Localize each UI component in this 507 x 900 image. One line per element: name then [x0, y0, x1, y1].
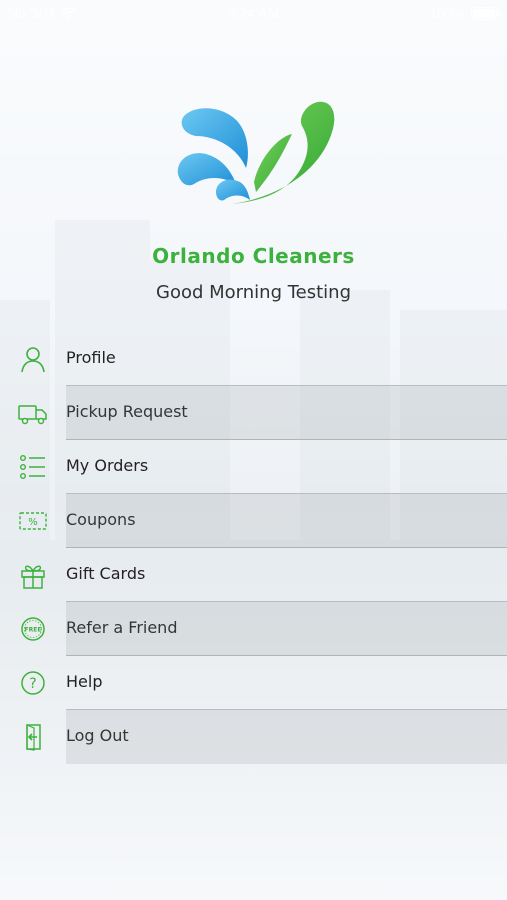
gift-icon	[21, 565, 45, 589]
battery-icon	[471, 6, 500, 20]
menu-label: Refer a Friend	[66, 618, 178, 637]
free-badge-icon: FREE	[21, 617, 45, 641]
menu-label: Gift Cards	[66, 564, 146, 583]
coupon-icon: %	[19, 512, 47, 530]
person-icon	[21, 347, 45, 373]
menu-label: Help	[66, 672, 103, 691]
status-bar: No SIM 9:24 AM 100%	[0, 0, 507, 28]
menu-label: Coupons	[66, 510, 136, 529]
svg-text:?: ?	[29, 676, 36, 692]
side-menu: Profile Pickup Request My Orders % Coupo…	[0, 332, 507, 764]
brand-name: Orlando Cleaners	[152, 244, 355, 268]
logo-icon	[177, 101, 335, 204]
menu-item-help[interactable]: ? Help	[0, 656, 507, 710]
menu-label: My Orders	[66, 456, 149, 475]
menu-label: Log Out	[66, 726, 129, 745]
menu-item-gift-cards[interactable]: Gift Cards	[0, 548, 507, 602]
greeting-text: Good Morning Testing	[156, 282, 351, 303]
list-icon	[20, 455, 45, 480]
svg-text:FREE: FREE	[25, 627, 42, 634]
menu-item-pickup-request[interactable]: Pickup Request	[0, 386, 507, 440]
help-icon: ?	[21, 671, 45, 695]
menu-item-coupons[interactable]: % Coupons	[0, 494, 507, 548]
menu-item-profile[interactable]: Profile	[0, 332, 507, 386]
battery-percent: 100%	[429, 5, 465, 21]
menu-item-refer-a-friend[interactable]: FREE Refer a Friend	[0, 602, 507, 656]
logout-icon	[26, 724, 41, 751]
menu-item-log-out[interactable]: Log Out	[0, 710, 507, 764]
menu-label: Pickup Request	[66, 402, 188, 421]
svg-text:%: %	[28, 517, 38, 528]
truck-icon	[18, 405, 47, 425]
menu-label: Profile	[66, 348, 116, 367]
menu-item-my-orders[interactable]: My Orders	[0, 440, 507, 494]
